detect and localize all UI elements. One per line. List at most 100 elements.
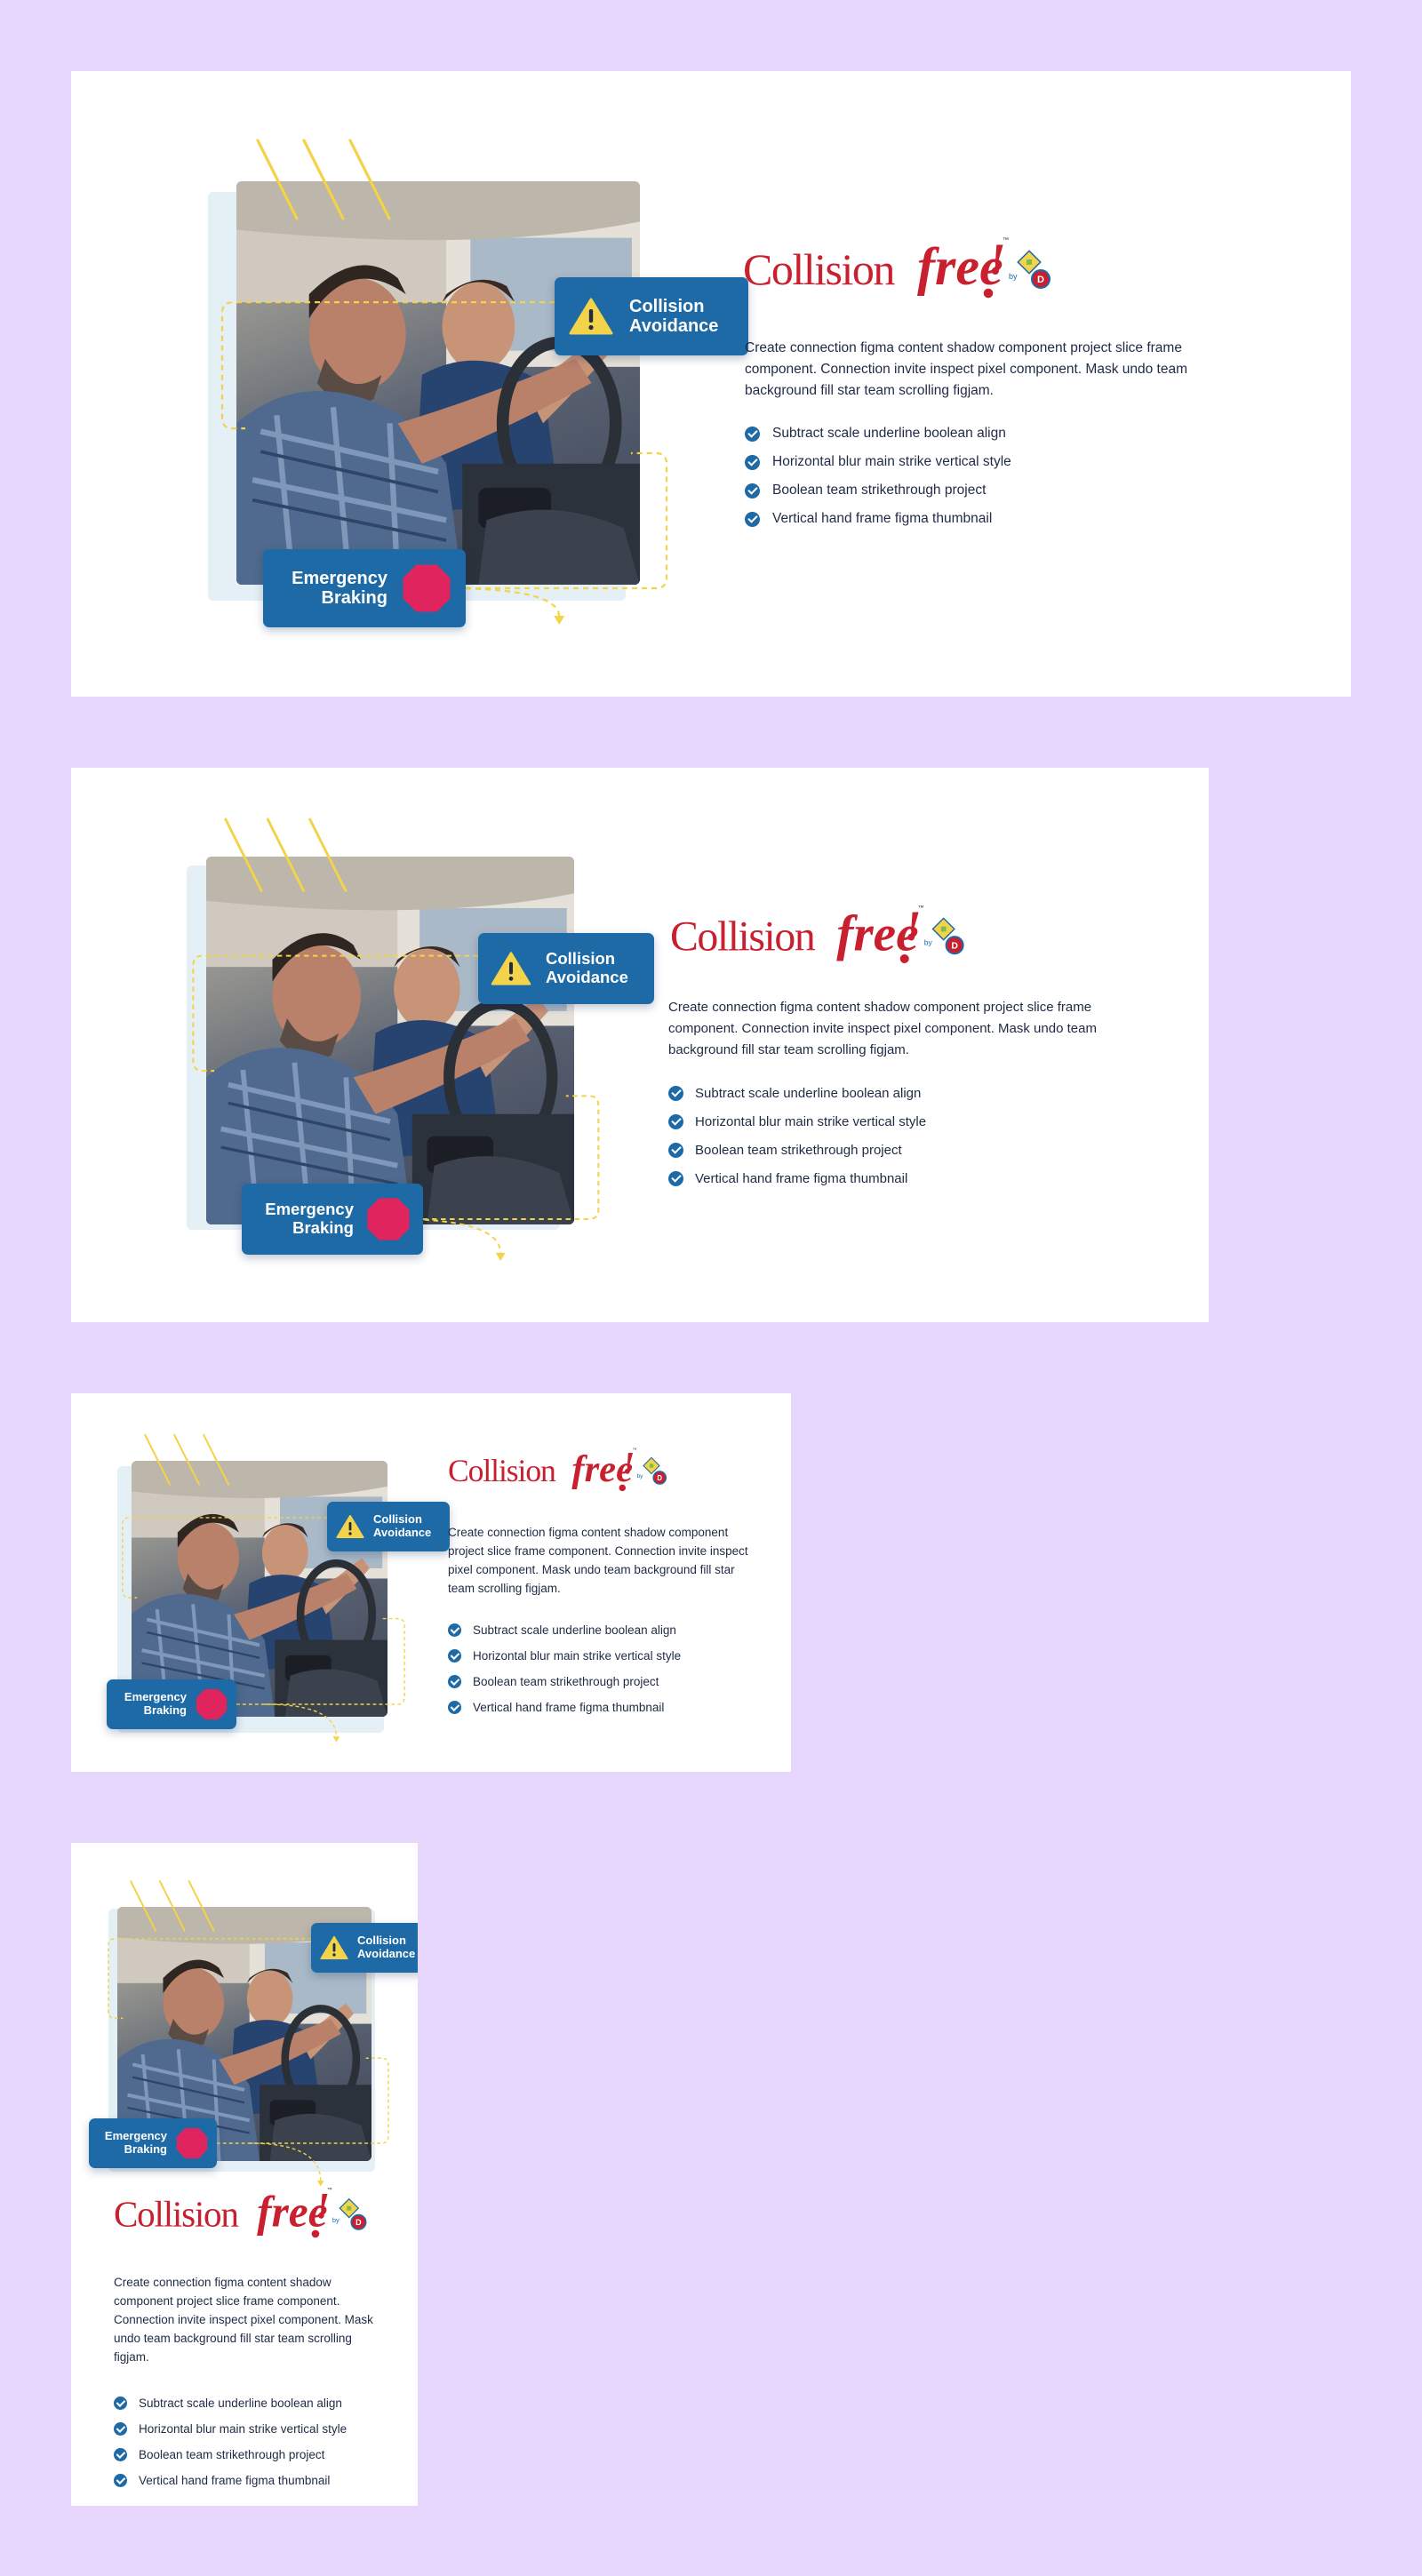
logo-word: Collision (448, 1453, 556, 1488)
logo-by: by (924, 938, 933, 947)
emergency-braking-badge: Emergency Braking (89, 2118, 217, 2168)
check-circle-icon (448, 1701, 461, 1714)
driving-photo-art (206, 857, 574, 1224)
feature-item: Horizontal blur main strike vertical sty… (114, 2416, 347, 2442)
check-circle-icon (745, 426, 760, 442)
collision-avoidance-label: Collision Avoidance (357, 1934, 416, 1960)
product-description: Create connection figma content shadow c… (114, 2276, 373, 2364)
emergency-braking-label: Emergency Braking (265, 1200, 354, 1237)
feature-text: Boolean team strikethrough project (139, 2448, 325, 2461)
emblem-letter: D (951, 941, 958, 952)
emblem-square (649, 1463, 654, 1468)
feature-card-narrow: Collision Avoidance Emergency Braking Co… (71, 1843, 418, 2506)
collision-free-wordmark: Collision free!™by D (743, 234, 1051, 299)
check-circle-icon (668, 1170, 683, 1186)
feature-item: Vertical hand frame figma thumbnail (448, 1695, 681, 1720)
check-circle-icon (668, 1142, 683, 1158)
feature-item: Boolean team strikethrough project (668, 1136, 926, 1164)
stop-octagon-icon (196, 1688, 228, 1720)
logo-dot (618, 1483, 627, 1493)
logo-by: by (332, 2216, 340, 2224)
feature-media: Collision Avoidance Emergency Braking (89, 1861, 418, 2187)
emergency-braking-label: Emergency Braking (292, 568, 387, 608)
warning-triangle-icon (569, 298, 613, 335)
check-circle-icon (745, 511, 760, 527)
feature-text: Horizontal blur main strike vertical sty… (695, 1113, 927, 1129)
feature-media: Collision Avoidance Emergency Braking (107, 1425, 489, 1754)
feature-text: Vertical hand frame figma thumbnail (695, 1170, 908, 1186)
feature-card-wide: Collision Avoidance Emergency Braking Co… (71, 71, 1351, 697)
collision-free-logo: Collision free! ™ by D (112, 2184, 379, 2250)
feature-text: Boolean team strikethrough project (772, 483, 987, 498)
logo-tm: ™ (918, 905, 924, 912)
emergency-braking-badge: Emergency Braking (107, 1679, 236, 1729)
collision-free-logo: Collision free! ™ by D (667, 901, 979, 977)
check-circle-icon (745, 483, 760, 498)
feature-text: Vertical hand frame figma thumbnail (473, 1701, 665, 1714)
stop-octagon-icon (403, 564, 451, 612)
feature-item: Subtract scale underline boolean align (448, 1617, 681, 1643)
feature-list: Subtract scale underline boolean align Ho… (114, 2390, 347, 2493)
check-circle-icon (668, 1113, 683, 1129)
logo-word: Collision (743, 244, 895, 294)
emblem-square (1027, 259, 1032, 265)
feature-item: Subtract scale underline boolean align (668, 1079, 926, 1107)
logo-dot (899, 953, 911, 965)
feature-item: Boolean team strikethrough project (745, 476, 1011, 505)
warning-triangle-icon (336, 1514, 364, 1539)
logo-tm: ™ (633, 1448, 637, 1453)
check-circle-icon (448, 1623, 461, 1637)
feature-card-medium: Collision Avoidance Emergency Braking Co… (71, 1393, 791, 1772)
logo-by: by (1009, 272, 1018, 281)
feature-list: Subtract scale underline boolean align Ho… (668, 1079, 926, 1192)
collision-free-wordmark: Collision free!™by D (448, 1446, 667, 1493)
collision-free-logo: Collision free! ™ by D (743, 233, 1063, 313)
logo-tm: ™ (327, 2188, 332, 2193)
check-circle-icon (448, 1675, 461, 1688)
check-circle-icon (448, 1649, 461, 1663)
product-description: Create connection figma content shadow c… (448, 1526, 748, 1595)
arrow-head-icon (554, 616, 565, 625)
collision-avoidance-badge: Collision Avoidance (327, 1502, 450, 1551)
feature-text: Horizontal blur main strike vertical sty… (139, 2422, 348, 2436)
stop-octagon-icon (367, 1198, 410, 1240)
warning-triangle-icon (491, 952, 531, 985)
feature-item: Vertical hand frame figma thumbnail (668, 1164, 926, 1192)
collision-avoidance-label: Collision Avoidance (629, 296, 719, 336)
product-description: Create connection figma content shadow c… (745, 340, 1188, 398)
feature-text: Vertical hand frame figma thumbnail (139, 2474, 331, 2487)
logo-word: Collision (114, 2194, 238, 2235)
logo-dot (310, 2229, 321, 2239)
logo-dot (982, 287, 995, 299)
emblem-letter: D (1037, 275, 1044, 285)
driving-photo-art (132, 1461, 387, 1717)
feature-item: Horizontal blur main strike vertical sty… (448, 1643, 681, 1669)
emblem-square (940, 926, 947, 932)
emergency-braking-badge: Emergency Braking (263, 549, 466, 627)
feature-item: Horizontal blur main strike vertical sty… (745, 448, 1011, 476)
feature-text: Subtract scale underline boolean align (772, 426, 1006, 441)
feature-text: Subtract scale underline boolean align (473, 1623, 676, 1637)
driving-photo (206, 857, 574, 1224)
feature-text: Boolean team strikethrough project (473, 1675, 659, 1688)
emblem-letter: D (657, 1474, 662, 1482)
emergency-braking-label: Emergency Braking (104, 2129, 167, 2156)
collision-avoidance-badge: Collision Avoidance (555, 277, 748, 355)
feature-media: Collision Avoidance Emergency Braking (171, 817, 654, 1262)
driving-photo-art (236, 181, 640, 585)
feature-text: Subtract scale underline boolean align (139, 2397, 342, 2410)
emblem-square (347, 2205, 352, 2211)
feature-text: Subtract scale underline boolean align (695, 1085, 922, 1101)
feature-item: Subtract scale underline boolean align (745, 419, 1011, 448)
collision-avoidance-badge: Collision Avoidance (311, 1923, 418, 1973)
stop-octagon-icon (176, 2127, 208, 2159)
emergency-braking-badge: Emergency Braking (242, 1184, 423, 1255)
feature-item: Boolean team strikethrough project (114, 2442, 347, 2468)
driving-photo (236, 181, 640, 585)
feature-list: Subtract scale underline boolean align Ho… (448, 1617, 681, 1720)
collision-free-logo: Collision free! ™ by D (448, 1445, 675, 1502)
feature-item: Vertical hand frame figma thumbnail (114, 2468, 347, 2493)
arrow-head-icon (495, 1252, 506, 1262)
feature-text: Horizontal blur main strike vertical sty… (772, 454, 1011, 469)
feature-item: Subtract scale underline boolean align (114, 2390, 347, 2416)
